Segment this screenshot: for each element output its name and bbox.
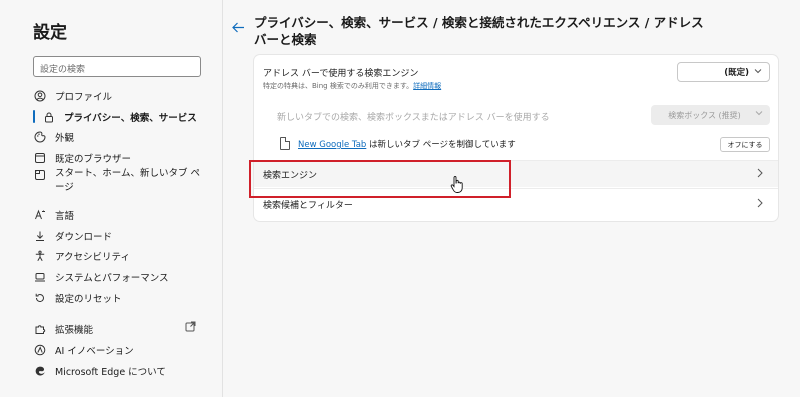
sidebar-item-label: システムとパフォーマンス (55, 273, 169, 284)
sidebar-item-languages[interactable]: 言語 (33, 205, 74, 225)
sidebar-item-label: プロファイル (55, 92, 113, 103)
sidebar-item-privacy[interactable]: プライバシー、検索、サービス (42, 107, 197, 127)
sidebar-item-label: 言語 (55, 211, 75, 222)
sidebar-item-accessibility[interactable]: アクセシビリティ (33, 246, 130, 266)
sidebar-item-downloads[interactable]: ダウンロード (33, 226, 112, 246)
laptop-icon (33, 270, 47, 284)
sidebar-item-label: 外観 (55, 133, 75, 144)
hand-cursor-icon (450, 176, 463, 193)
turn-off-button[interactable]: オフにする (720, 137, 770, 152)
sidebar-item-label: スタート、ホーム、新しいタブ ページ (55, 168, 201, 193)
browser-icon (33, 151, 47, 165)
sidebar-item-default-browser[interactable]: 既定のブラウザー (33, 148, 131, 168)
new-tab-search-label: 新しいタブでの検索、検索ボックスまたはアドレス バーを使用する (277, 113, 550, 123)
appearance-icon (33, 130, 47, 144)
chevron-down-icon (754, 67, 762, 77)
sidebar-item-label: 既定のブラウザー (55, 154, 132, 165)
sidebar-item-label: Microsoft Edge について (55, 367, 166, 378)
address-bar-engine-label: アドレス バーで使用する検索エンジン (263, 69, 419, 79)
tab-icon (33, 168, 47, 182)
search-suggestions-label: 検索候補とフィルター (263, 200, 353, 211)
sidebar-item-label: 拡張機能 (55, 325, 94, 336)
sidebar-item-label: プライバシー、検索、サービス (64, 113, 197, 124)
learn-more-link[interactable]: 詳細情報 (413, 82, 441, 90)
sidebar-item-label: ダウンロード (55, 232, 113, 243)
extension-control-text: は新しいタブ ページを制御しています (366, 140, 516, 150)
address-bar-engine-sub-text: 特定の特典は、Bing 検索でのみ利用できます。 (263, 82, 414, 90)
page-title: プライバシー、検索、サービス / 検索と接続されたエクスペリエンス / アドレス… (254, 15, 704, 47)
accessibility-icon (33, 249, 47, 263)
download-icon (33, 229, 47, 243)
sidebar: 設定 プロファイル プライバシー、検索、サービス 外観 既定のブラウザー スター… (0, 0, 223, 397)
language-icon (33, 208, 47, 222)
open-external-icon[interactable] (185, 321, 196, 335)
sidebar-item-about[interactable]: Microsoft Edge について (33, 361, 166, 381)
sidebar-item-ai-innovations[interactable]: AI イノベーション (33, 340, 134, 360)
highlight-annotation (249, 160, 511, 198)
sidebar-item-start-home[interactable]: スタート、ホーム、新しいタブ ページ (33, 167, 218, 195)
ai-icon (33, 343, 47, 357)
sidebar-title: 設定 (33, 23, 67, 43)
document-icon (280, 137, 290, 150)
sidebar-item-reset[interactable]: 設定のリセット (33, 288, 122, 308)
sidebar-item-extensions[interactable]: 拡張機能 (33, 319, 93, 339)
edge-logo-icon (33, 364, 47, 378)
address-bar-engine-select[interactable]: (既定) (677, 62, 770, 82)
extensions-icon (33, 322, 47, 336)
new-tab-search-select: 検索ボックス (推奨) (651, 105, 770, 125)
sidebar-item-profile[interactable]: プロファイル (33, 86, 112, 106)
chevron-right-icon (756, 197, 764, 212)
address-bar-engine-value: (既定) (724, 68, 749, 78)
sidebar-item-label: AI イノベーション (55, 346, 134, 357)
reset-icon (33, 291, 47, 305)
back-arrow-icon[interactable] (232, 22, 245, 37)
chevron-down-icon (755, 109, 763, 119)
active-indicator (33, 110, 35, 123)
extension-control-notice: New Google Tab は新しいタブ ページを制御しています (298, 138, 516, 150)
sidebar-item-system[interactable]: システムとパフォーマンス (33, 267, 169, 287)
settings-search-box[interactable] (33, 56, 201, 80)
sidebar-item-label: 設定のリセット (55, 294, 122, 305)
address-bar-engine-sub: 特定の特典は、Bing 検索でのみ利用できます。詳細情報 (263, 81, 441, 91)
new-google-tab-link[interactable]: New Google Tab (298, 140, 366, 150)
settings-search-input[interactable] (34, 60, 200, 80)
sidebar-item-appearance[interactable]: 外観 (33, 127, 74, 147)
new-tab-search-value: 検索ボックス (推奨) (668, 110, 741, 120)
sidebar-item-label: アクセシビリティ (55, 252, 130, 263)
chevron-right-icon (756, 167, 764, 182)
profile-icon (33, 89, 47, 103)
lock-icon (42, 110, 56, 124)
